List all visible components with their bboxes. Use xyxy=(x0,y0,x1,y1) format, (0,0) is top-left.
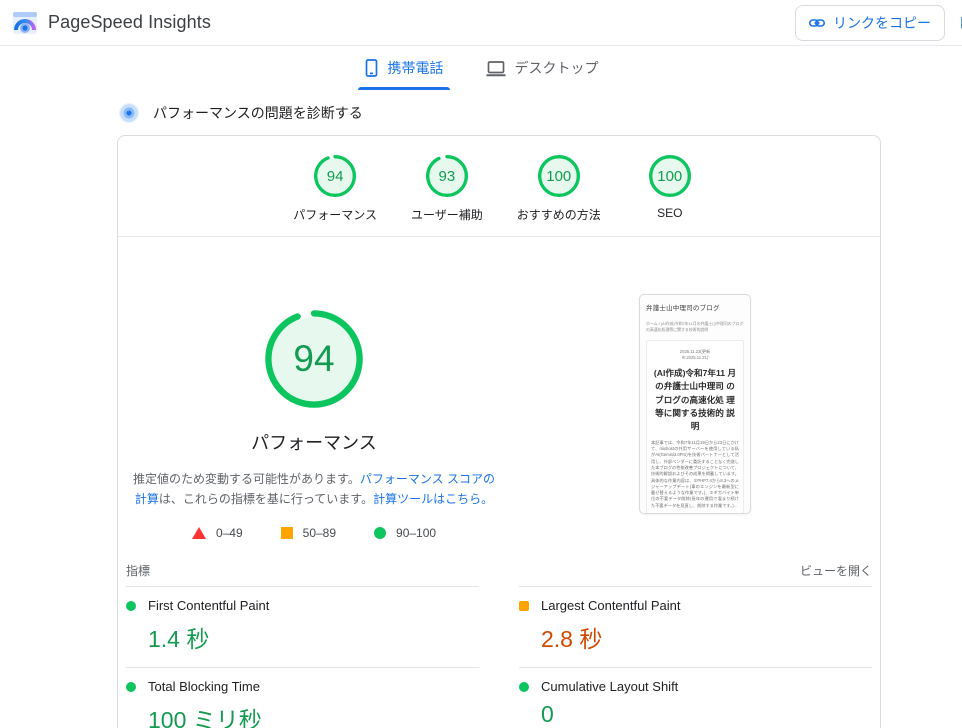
page-screenshot-thumbnail[interactable]: 弁護士山中理司のブログ ホーム / (AI作成)令和7年11月の弁護士山中理司の… xyxy=(639,294,751,514)
docs-link[interactable]: ドキュメ xyxy=(957,13,962,33)
legend-average-range: 50–89 xyxy=(303,526,336,540)
category-performance[interactable]: 94 パフォーマンス xyxy=(293,155,377,223)
seo-gauge: 100 xyxy=(649,155,691,197)
category-best-practices-label: おすすめの方法 xyxy=(517,206,601,223)
device-tabbar: 携帯電話 デスクトップ xyxy=(0,46,962,90)
performance-detail: 94 パフォーマンス 推定値のため変動する可能性があります。パフォーマンス スコ… xyxy=(118,237,510,540)
thumb-article-body: 本記事では、令和7年11月19日から23日にかけて、mixhostの共用サーバー… xyxy=(651,440,739,509)
metric-lcp: Largest Contentful Paint 2.8 秒 xyxy=(519,586,872,667)
performance-gauge: 94 xyxy=(314,155,356,197)
thumb-article-title: (AI作成)令和7年11 月の弁護士山中理司 のブログの高速化処 理等に関する技… xyxy=(651,367,739,434)
desc-text-1: 推定値のため変動する可能性があります。 xyxy=(133,472,360,486)
metric-lcp-name: Largest Contentful Paint xyxy=(541,598,680,613)
diagnose-radar-icon[interactable] xyxy=(119,103,139,123)
screenshot-column: 弁護士山中理司のブログ ホーム / (AI作成)令和7年11月の弁護士山中理司の… xyxy=(510,237,880,540)
desktop-icon xyxy=(486,60,506,77)
performance-big-gauge: 94 xyxy=(265,310,363,408)
report-card: 94 パフォーマンス 93 ユーザー補助 100 おすすめの方法 xyxy=(117,135,881,728)
metric-tbt-name: Total Blocking Time xyxy=(148,679,260,694)
metric-fcp: First Contentful Paint 1.4 秒 xyxy=(126,586,479,667)
metric-cls: Cumulative Layout Shift 0 xyxy=(519,667,872,728)
metrics-header: 指標 ビューを開く xyxy=(118,562,880,579)
performance-big-label: パフォーマンス xyxy=(251,429,377,455)
tab-desktop[interactable]: デスクトップ xyxy=(480,46,605,90)
metric-cls-value: 0 xyxy=(541,701,872,728)
metric-status-icon xyxy=(519,601,529,611)
thumb-site-title: 弁護士山中理司のブログ xyxy=(646,302,744,312)
category-accessibility[interactable]: 93 ユーザー補助 xyxy=(411,155,483,223)
metric-status-icon xyxy=(519,682,529,692)
thumb-date-line1: 2025.11.23(更新 xyxy=(680,349,710,354)
best-practices-gauge: 100 xyxy=(538,155,580,197)
category-seo-label: SEO xyxy=(657,206,682,220)
metric-status-icon xyxy=(126,601,136,611)
app-header: PageSpeed Insights リンクをコピー ドキュメ xyxy=(0,0,962,46)
copy-link-button[interactable]: リンクをコピー xyxy=(795,5,945,41)
red-triangle-icon xyxy=(192,527,206,539)
page-title: PageSpeed Insights xyxy=(48,12,211,33)
desc-text-2: は、これらの指標を基に行っています。 xyxy=(159,492,373,506)
tab-mobile-label: 携帯電話 xyxy=(388,58,444,78)
analysis-mode-row: パフォーマンスの問題を診断する xyxy=(119,103,962,123)
metrics-section-label: 指標 xyxy=(126,562,150,579)
metric-fcp-name: First Contentful Paint xyxy=(148,598,269,613)
metric-fcp-value: 1.4 秒 xyxy=(148,620,479,654)
category-best-practices[interactable]: 100 おすすめの方法 xyxy=(517,155,601,223)
copy-link-label: リンクをコピー xyxy=(833,13,931,33)
tab-mobile[interactable]: 携帯電話 xyxy=(358,46,450,90)
expand-view-link[interactable]: ビューを開く xyxy=(800,562,872,579)
metrics-grid: First Contentful Paint 1.4 秒 Largest Con… xyxy=(118,586,880,728)
best-practices-score: 100 xyxy=(538,155,580,197)
thumb-breadcrumb: ホーム / (AI作成)令和7年11月の弁護士山中理司のブログの高速化処理等に関… xyxy=(646,321,744,333)
legend-poor: 0–49 xyxy=(192,526,243,540)
thumb-article-card: 2025.11.23(更新 ※:2025.11.21) (AI作成)令和7年11… xyxy=(646,340,744,514)
accessibility-score: 93 xyxy=(426,155,468,197)
calculator-link[interactable]: 計算ツールはこちら。 xyxy=(373,492,493,506)
category-summary: 94 パフォーマンス 93 ユーザー補助 100 おすすめの方法 xyxy=(118,136,880,237)
legend-good: 90–100 xyxy=(374,526,436,540)
performance-description: 推定値のため変動する可能性があります。パフォーマンス スコアの計算は、これらの指… xyxy=(128,469,500,509)
header-actions: リンクをコピー ドキュメ xyxy=(795,5,962,41)
thumb-date: 2025.11.23(更新 ※:2025.11.21) xyxy=(651,349,739,362)
metric-tbt: Total Blocking Time 100 ミリ秒 xyxy=(126,667,479,728)
metric-status-icon xyxy=(126,682,136,692)
legend-average: 50–89 xyxy=(281,526,336,540)
legend-poor-range: 0–49 xyxy=(216,526,243,540)
performance-section: 94 パフォーマンス 推定値のため変動する可能性があります。パフォーマンス スコ… xyxy=(118,237,880,540)
category-seo[interactable]: 100 SEO xyxy=(635,155,705,223)
link-icon xyxy=(809,15,825,31)
legend-good-range: 90–100 xyxy=(396,526,436,540)
score-legend: 0–49 50–89 90–100 xyxy=(192,526,436,540)
orange-square-icon xyxy=(281,527,293,539)
seo-score: 100 xyxy=(649,155,691,197)
performance-big-score: 94 xyxy=(265,310,363,408)
category-performance-label: パフォーマンス xyxy=(293,206,377,223)
accessibility-gauge: 93 xyxy=(426,155,468,197)
performance-score: 94 xyxy=(314,155,356,197)
mobile-phone-icon xyxy=(364,59,379,77)
analysis-mode-label: パフォーマンスの問題を診断する xyxy=(153,103,363,123)
green-circle-icon xyxy=(374,527,386,539)
metric-lcp-value: 2.8 秒 xyxy=(541,620,872,654)
pagespeed-logo-icon xyxy=(12,11,38,35)
category-accessibility-label: ユーザー補助 xyxy=(411,206,483,223)
metric-tbt-value: 100 ミリ秒 xyxy=(148,701,479,728)
thumb-date-line2: ※:2025.11.21) xyxy=(682,355,709,360)
metric-cls-name: Cumulative Layout Shift xyxy=(541,679,678,694)
tab-desktop-label: デスクトップ xyxy=(515,58,599,78)
pagespeed-insights-page: PageSpeed Insights リンクをコピー ドキュメ 携帯電話 xyxy=(0,0,962,728)
